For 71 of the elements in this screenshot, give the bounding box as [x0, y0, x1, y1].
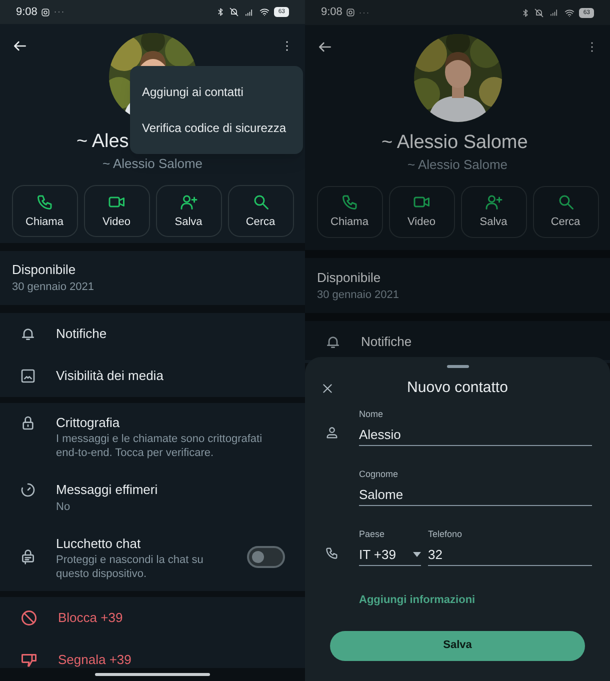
contact-subtitle: ~ Alessio Salome — [102, 155, 203, 174]
save-button[interactable]: Salva — [330, 630, 585, 660]
mute-bell-icon — [229, 7, 240, 18]
field-label: Paese — [359, 528, 386, 540]
chat-lock-icon — [20, 549, 36, 566]
field-label: Telefono — [428, 528, 464, 540]
bluetooth-icon — [521, 8, 530, 18]
about-date: 30 gennaio 2021 — [317, 288, 400, 303]
add-information-link[interactable]: Aggiungi informazioni — [359, 592, 476, 608]
wifi-icon — [259, 7, 270, 18]
setting-description: Proteggi e nascondi la chat su questo dispositivo. — [56, 553, 204, 581]
contact-name: ~ Ales — [76, 130, 129, 154]
setting-description: No — [56, 500, 72, 514]
field-label: Nome — [359, 408, 384, 420]
about-date: 30 gennaio 2021 — [12, 280, 95, 296]
sheet-title: Nuovo contatto — [407, 378, 508, 398]
country-dropdown[interactable]: IT +39 — [359, 546, 421, 566]
search-icon — [556, 193, 574, 212]
bluetooth-icon — [216, 7, 226, 18]
add-person-icon — [180, 192, 198, 211]
contact-subtitle: ~ Alessio Salome — [407, 156, 508, 174]
action-button[interactable]: Chiama — [12, 185, 78, 238]
phone-icon — [340, 193, 358, 212]
setting-title: Blocca +39 — [58, 609, 124, 628]
clock: 9:08 — [16, 4, 38, 20]
contact-name: ~ Alessio Salome — [382, 131, 528, 155]
camera-icon — [346, 8, 356, 17]
search-icon — [252, 192, 270, 211]
wifi-icon — [564, 8, 576, 18]
about-status: Disponibile — [12, 260, 77, 279]
setting-title: Segnala +39 — [58, 651, 132, 670]
setting-title: Notifiche — [56, 324, 108, 343]
setting-title: Lucchetto chat — [56, 534, 142, 552]
field-label: Cognome — [359, 468, 400, 480]
toggle-switch[interactable] — [247, 546, 285, 568]
menu-item[interactable]: Verifica codice di sicurezza — [130, 110, 303, 146]
bell-icon — [325, 334, 341, 350]
timer-icon — [20, 482, 36, 498]
action-button[interactable]: Video — [388, 186, 454, 238]
action-button[interactable]: Salva — [156, 185, 222, 238]
mute-bell-icon — [534, 8, 544, 18]
setting-title: Notifiche — [361, 333, 413, 352]
lock-icon — [20, 414, 36, 430]
drag-handle[interactable] — [446, 365, 468, 368]
bell-icon — [20, 326, 36, 342]
action-button[interactable]: Salva — [460, 186, 526, 238]
action-button[interactable]: Video — [84, 185, 150, 238]
input-field[interactable]: Alessio — [359, 426, 592, 446]
input-field[interactable]: Salome — [359, 486, 592, 506]
setting-title: Crittografia — [56, 414, 121, 432]
image-icon — [20, 368, 36, 384]
camera-icon — [41, 8, 50, 17]
action-button[interactable]: Chiama — [316, 186, 382, 238]
menu-item[interactable]: Aggiungi ai contatti — [130, 74, 303, 110]
phone-icon — [325, 546, 339, 560]
phone-icon — [36, 192, 54, 211]
more-icon — [54, 10, 64, 14]
setting-description: I messaggi e le chiamate sono crittografati end-to-end. Tocca per verificare. — [56, 432, 264, 460]
add-person-icon — [484, 193, 502, 212]
person-icon — [325, 426, 339, 440]
about-status: Disponibile — [317, 268, 382, 287]
clock: 9:08 — [321, 5, 342, 20]
action-button[interactable]: Cerca — [228, 185, 294, 238]
block-icon — [20, 609, 38, 627]
setting-title: Messaggi effimeri — [56, 481, 159, 499]
setting-title: Visibilità dei media — [56, 366, 164, 385]
input-field[interactable]: 32 — [428, 546, 592, 566]
thumbs-down-icon — [20, 651, 38, 669]
caret-icon — [413, 552, 421, 557]
close-icon — [321, 382, 334, 394]
action-button[interactable]: Cerca — [532, 186, 598, 238]
